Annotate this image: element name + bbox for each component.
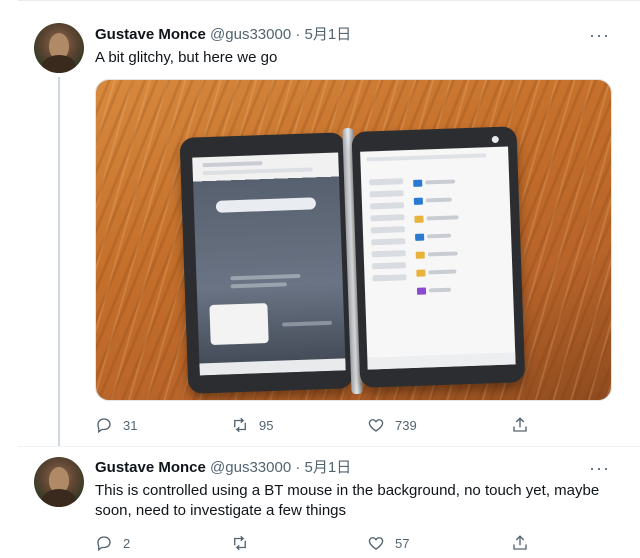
- device-right-panel: [351, 126, 526, 388]
- retweet-icon: [234, 417, 246, 433]
- more-icon[interactable]: ···: [589, 26, 610, 44]
- share-button[interactable]: [511, 533, 529, 553]
- tweet-media[interactable]: [95, 79, 612, 401]
- tweet[interactable]: Gustave Monce @gus33000 · 5月1日 ··· A bit…: [0, 0, 640, 447]
- like-icon: [368, 419, 384, 432]
- like-button[interactable]: 739: [367, 415, 417, 435]
- reply-button[interactable]: 2: [95, 533, 130, 553]
- device-left-panel: [179, 132, 354, 394]
- tweet-text: This is controlled using a BT mouse in t…: [95, 482, 600, 519]
- tweet-header: Gustave Monce @gus33000 · 5月1日: [95, 25, 351, 45]
- reply-icon: [97, 536, 111, 552]
- reply-icon: [97, 418, 111, 434]
- separator-dot: ·: [295, 26, 301, 43]
- timestamp[interactable]: 5月1日: [305, 459, 352, 476]
- like-count: 57: [395, 535, 410, 551]
- retweet-count: 95: [259, 417, 274, 433]
- tweet-text: A bit glitchy, but here we go: [95, 49, 278, 66]
- photo-dual-screen-device: [179, 126, 529, 400]
- author-name[interactable]: Gustave Monce: [95, 459, 206, 476]
- tweet[interactable]: Gustave Monce @gus33000 · 5月1日 ··· This …: [0, 447, 640, 558]
- author-handle[interactable]: @gus33000: [210, 26, 291, 43]
- device-left-screen: [192, 152, 346, 376]
- tweet-header: Gustave Monce @gus33000 · 5月1日: [95, 458, 351, 478]
- like-count: 739: [395, 417, 417, 433]
- like-icon: [368, 537, 384, 550]
- retweet-button[interactable]: 95: [231, 415, 273, 435]
- share-button[interactable]: [511, 415, 529, 435]
- tweet-actions: 31 95 739: [95, 415, 545, 435]
- reply-count: 31: [123, 417, 138, 433]
- device-right-screen: [360, 146, 516, 370]
- avatar[interactable]: [34, 457, 84, 507]
- more-icon[interactable]: ···: [589, 459, 610, 477]
- author-handle[interactable]: @gus33000: [210, 459, 291, 476]
- retweet-button[interactable]: [231, 533, 259, 553]
- reply-count: 2: [123, 535, 131, 551]
- avatar[interactable]: [34, 23, 84, 73]
- timeline: Gustave Monce @gus33000 · 5月1日 ··· A bit…: [0, 0, 640, 558]
- retweet-icon: [234, 535, 246, 551]
- like-button[interactable]: 57: [367, 533, 409, 553]
- author-name[interactable]: Gustave Monce: [95, 26, 206, 43]
- share-icon: [513, 535, 527, 550]
- timestamp[interactable]: 5月1日: [305, 26, 352, 43]
- share-icon: [513, 417, 527, 432]
- separator-dot: ·: [295, 459, 301, 476]
- thread-line: [58, 77, 60, 447]
- reply-button[interactable]: 31: [95, 415, 137, 435]
- tweet-actions: 2 57: [95, 533, 545, 553]
- camera-dot: [491, 135, 499, 144]
